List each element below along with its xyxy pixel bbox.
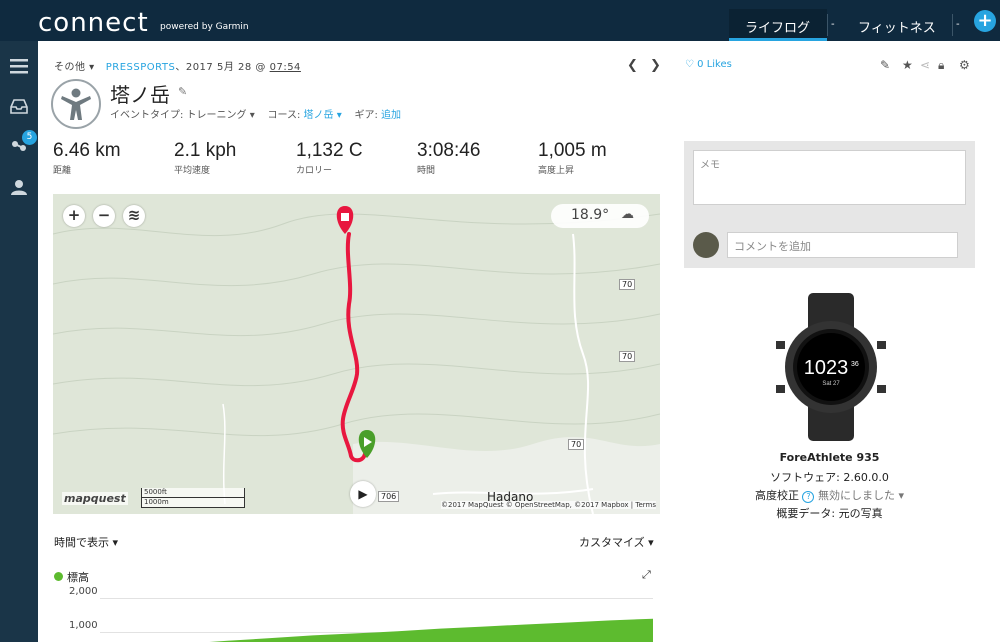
stat-label: 高度上昇 [538, 166, 575, 176]
altitude-calibration: 高度校正 ? 無効にしました ▾ [684, 487, 975, 503]
route-marker-label: 706 [378, 491, 400, 502]
cloud-icon: ☁ [621, 207, 634, 222]
map-attribution[interactable]: ©2017 MapQuest © OpenStreetMap, ©2017 Ma… [441, 501, 656, 509]
notification-badge: 5 [22, 130, 37, 145]
activity-meta: イベントタイプ: トレーニング ▾ コース: 塔ノ岳 ▾ ギア: 追加 [110, 106, 401, 121]
user-link[interactable]: PRESSPORTS [106, 62, 176, 73]
fitness-dropdown-caret[interactable]: - [952, 14, 964, 36]
favorite-star-icon[interactable]: ★ [902, 58, 913, 72]
summary-data: 概要データ: 元の写真 [776, 507, 883, 520]
zoom-out-button[interactable]: − [93, 205, 115, 227]
device-name: ForeAthlete 935 [779, 451, 880, 464]
stat-value: 6.46 km [53, 140, 121, 161]
activity-category-dropdown[interactable]: その他 ▾ [54, 62, 95, 73]
help-icon[interactable]: ? [802, 491, 815, 503]
route-marker-label: 70 [619, 351, 636, 362]
stat-label: 距離 [53, 166, 72, 176]
activity-type-avatar [51, 79, 101, 129]
stat-value: 3:08:46 [417, 140, 481, 161]
tab-fitness[interactable]: フィットネス [842, 9, 950, 41]
customize-dropdown[interactable]: カスタマイズ ▾ [579, 534, 654, 550]
connect-logo[interactable]: connect [38, 8, 149, 38]
stat-label: 時間 [417, 166, 436, 176]
layers-icon[interactable]: ≋ [123, 205, 145, 227]
inbox-icon[interactable] [10, 98, 28, 114]
watch-image: 1023 36 Sat 27 [776, 293, 886, 441]
course-dropdown[interactable]: 塔ノ岳 ▾ [304, 110, 342, 121]
y-tick-label: 1,000 [69, 620, 98, 631]
elevation-chart[interactable] [100, 580, 653, 642]
settings-gear-icon[interactable]: ⚙ [959, 58, 970, 72]
top-nav-bar: connect powered by Garmin ライフログ - フィットネス… [0, 0, 1000, 41]
temperature: 18.9° [571, 207, 610, 223]
gear-label: ギア: [354, 110, 382, 121]
altitude-label: 高度校正 [754, 489, 803, 502]
legend-dot [54, 572, 63, 581]
altitude-dropdown[interactable]: 無効にしました ▾ [814, 489, 904, 502]
stat-value: 1,132 C [296, 140, 363, 161]
tab-lifelog[interactable]: ライフログ [729, 9, 827, 41]
route-marker-label: 70 [568, 439, 585, 450]
stat-label: カロリー [296, 166, 333, 176]
comment-input[interactable]: コメントを追加 [727, 232, 958, 258]
watch-time: 1023 [804, 357, 849, 379]
left-sidebar: 5 [0, 41, 38, 642]
activity-time[interactable]: 07:54 [270, 62, 301, 73]
watch-date: Sat 27 [822, 381, 840, 387]
zoom-in-button[interactable]: + [63, 205, 85, 227]
previous-activity-icon[interactable]: ❮ [627, 58, 638, 73]
likes-count: 0 Likes [697, 59, 732, 70]
time-display-dropdown[interactable]: 時間で表示 ▾ [54, 534, 118, 550]
lifelog-dropdown-caret[interactable]: - [827, 14, 839, 36]
menu-icon[interactable] [10, 58, 28, 74]
playback-button[interactable]: ▶ [350, 481, 376, 507]
lock-icon[interactable]: 🔒︎ [938, 58, 944, 73]
scale-ft: 5000ft [141, 488, 245, 498]
stat-calories: 1,132 C カロリー [296, 140, 363, 176]
activity-breadcrumb: その他 ▾ PRESSPORTS、2017 5月 28 @ 07:54 [54, 58, 301, 73]
brand-subtitle: powered by Garmin [160, 22, 249, 32]
stat-distance: 6.46 km 距離 [53, 140, 121, 176]
share-icon[interactable]: ⋖ [920, 58, 930, 72]
chart-legend[interactable]: 標高 [54, 569, 89, 585]
stat-label: 平均速度 [174, 166, 211, 176]
y-tick-label: 2,000 [69, 586, 98, 597]
route-marker-label: 70 [619, 279, 636, 290]
edit-title-icon[interactable]: ✎ [178, 85, 187, 98]
map-scale: 5000ft 1000m [141, 488, 245, 508]
watch-seconds: 36 [851, 361, 859, 368]
elevation-area [100, 618, 653, 642]
stat-value: 1,005 m [538, 140, 607, 161]
person-icon [61, 88, 91, 120]
activity-title[interactable]: 塔ノ岳 [110, 79, 170, 108]
event-type-dropdown[interactable]: イベントタイプ: トレーニング ▾ [110, 110, 255, 121]
legend-label: 標高 [67, 571, 89, 584]
add-button[interactable]: + [974, 10, 996, 32]
course-label: コース: [267, 110, 304, 121]
stat-avg-speed: 2.1 kph 平均速度 [174, 140, 236, 176]
heart-icon: ♡ [685, 59, 694, 70]
stat-time: 3:08:46 時間 [417, 140, 480, 176]
profile-icon[interactable] [10, 179, 28, 195]
likes-button[interactable]: ♡ 0 Likes [685, 59, 732, 70]
map-terrain [53, 194, 660, 514]
activity-map[interactable]: + − ≋ 18.9° ☁ 70 70 70 706 ▶ Hadano mapq… [53, 194, 660, 514]
commenter-avatar [693, 232, 719, 258]
activity-date: 、2017 5月 28 @ [175, 62, 270, 73]
stat-value: 2.1 kph [174, 140, 237, 161]
add-gear-link[interactable]: 追加 [381, 110, 401, 121]
memo-field[interactable]: メモ [693, 150, 966, 205]
next-activity-icon[interactable]: ❯ [650, 58, 661, 73]
scale-m: 1000m [141, 498, 245, 508]
edit-icon[interactable]: ✎ [880, 58, 890, 72]
weather-widget: 18.9° ☁ [551, 204, 649, 228]
mapquest-logo: mapquest [62, 492, 128, 505]
software-version: ソフトウェア: 2.60.0.0 [770, 471, 889, 484]
stat-elevation-gain: 1,005 m 高度上昇 [538, 140, 607, 176]
